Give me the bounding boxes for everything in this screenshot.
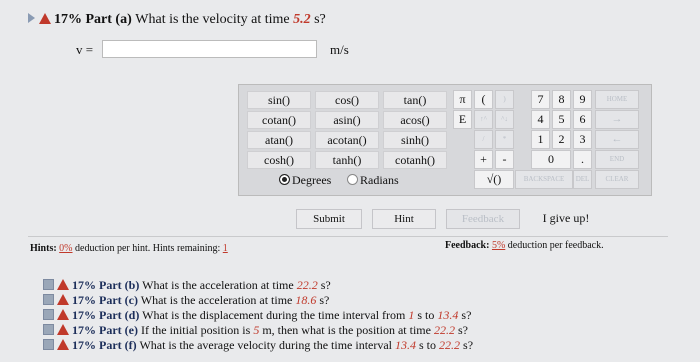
digit-9-key[interactable]: 9: [573, 90, 592, 109]
arrow-left-key[interactable]: ←: [595, 130, 639, 149]
slash-key[interactable]: /: [474, 130, 493, 149]
atan-button[interactable]: atan(): [247, 131, 311, 149]
cos-button[interactable]: cos(): [315, 91, 379, 109]
digit-5-key[interactable]: 5: [552, 110, 571, 129]
plus-key[interactable]: +: [474, 150, 493, 169]
dot-key[interactable]: .: [573, 150, 592, 169]
e-key[interactable]: E: [453, 110, 472, 129]
part-c-item[interactable]: 17% Part (c) What is the acceleration at…: [43, 293, 329, 308]
digit-3-key[interactable]: 3: [573, 130, 592, 149]
cotanh-button[interactable]: cotanh(): [383, 151, 447, 169]
digit-4-key[interactable]: 4: [531, 110, 550, 129]
acotan-button[interactable]: acotan(): [315, 131, 379, 149]
feedback-button[interactable]: Feedback: [446, 209, 520, 229]
header-part: Part (a): [85, 12, 132, 27]
cosh-button[interactable]: cosh(): [247, 151, 311, 169]
answer-unit: m/s: [330, 42, 349, 57]
tan-button[interactable]: tan(): [383, 91, 447, 109]
calculator-panel: sin() cos() tan() cotan() asin() acos() …: [238, 84, 652, 196]
sinh-button[interactable]: sinh(): [383, 131, 447, 149]
degrees-option[interactable]: Degrees: [279, 173, 331, 188]
digit-0-key[interactable]: 0: [531, 150, 571, 169]
radians-radio[interactable]: [347, 174, 358, 185]
minus-key[interactable]: -: [495, 150, 514, 169]
home-key[interactable]: HOME: [595, 90, 639, 109]
feedback-text: deduction per feedback.: [507, 240, 604, 251]
checkbox-icon: [43, 339, 54, 350]
tanh-button[interactable]: tanh(): [315, 151, 379, 169]
checkbox-icon: [43, 294, 54, 305]
question-header: 17% Part (a) What is the velocity at tim…: [28, 12, 326, 28]
digit-7-key[interactable]: 7: [531, 90, 550, 109]
pi-key[interactable]: π: [453, 90, 472, 109]
checkbox-icon: [43, 324, 54, 335]
expand-arrow-icon[interactable]: [28, 13, 35, 23]
down-caret-key[interactable]: ^↓: [495, 110, 514, 129]
hints-text: deduction per hint. Hints remaining:: [75, 243, 221, 254]
sin-button[interactable]: sin(): [247, 91, 311, 109]
arrow-right-key[interactable]: →: [595, 110, 639, 129]
hints-pct: 0%: [59, 243, 73, 254]
close-paren-key[interactable]: ): [495, 90, 514, 109]
digit-8-key[interactable]: 8: [552, 90, 571, 109]
give-up-button[interactable]: I give up!: [530, 209, 602, 227]
header-suffix: s?: [314, 12, 326, 27]
asin-button[interactable]: asin(): [315, 111, 379, 129]
digit-6-key[interactable]: 6: [573, 110, 592, 129]
end-key[interactable]: END: [595, 150, 639, 169]
hints-remaining: 1: [222, 243, 228, 254]
warning-icon: [57, 324, 69, 335]
hints-label: Hints:: [30, 243, 57, 254]
open-paren-key[interactable]: (: [474, 90, 493, 109]
feedback-label: Feedback:: [445, 240, 490, 251]
up-caret-key[interactable]: ↑^: [474, 110, 493, 129]
hint-button[interactable]: Hint: [372, 209, 436, 229]
warning-icon: [57, 279, 69, 290]
digit-1-key[interactable]: 1: [531, 130, 550, 149]
degrees-radio[interactable]: [279, 174, 290, 185]
part-b-item[interactable]: 17% Part (b) What is the acceleration at…: [43, 278, 331, 293]
cotan-button[interactable]: cotan(): [247, 111, 311, 129]
warning-icon: [57, 339, 69, 350]
feedback-pct: 5%: [491, 240, 506, 251]
submit-button[interactable]: Submit: [296, 209, 362, 229]
part-d-item[interactable]: 17% Part (d) What is the displacement du…: [43, 308, 471, 323]
radians-option[interactable]: Radians: [347, 173, 399, 188]
backspace-key[interactable]: BACKSPACE: [515, 170, 573, 189]
digit-2-key[interactable]: 2: [552, 130, 571, 149]
header-time: 5.2: [293, 12, 311, 27]
checkbox-icon: [43, 279, 54, 290]
hints-info: Hints: 0% deduction per hint. Hints rema…: [30, 243, 228, 254]
warning-icon: [38, 13, 51, 24]
star-key[interactable]: *: [495, 130, 514, 149]
warning-icon: [57, 309, 69, 320]
del-key[interactable]: DEL: [573, 170, 592, 189]
feedback-info: Feedback: 5% deduction per feedback.: [445, 240, 604, 251]
sqrt-key[interactable]: √(): [474, 170, 514, 189]
acos-button[interactable]: acos(): [383, 111, 447, 129]
part-f-item[interactable]: 17% Part (f) What is the average velocit…: [43, 338, 473, 353]
header-percent: 17%: [54, 12, 82, 27]
clear-key[interactable]: CLEAR: [595, 170, 639, 189]
checkbox-icon: [43, 309, 54, 320]
header-question: What is the velocity at time: [135, 12, 290, 27]
answer-input[interactable]: [102, 40, 317, 58]
warning-icon: [57, 294, 69, 305]
part-e-item[interactable]: 17% Part (e) If the initial position is …: [43, 323, 468, 338]
answer-label: v =: [76, 42, 94, 57]
